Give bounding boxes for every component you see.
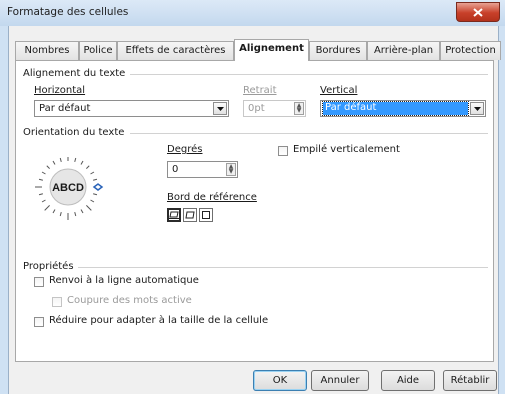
horizontal-label: Horizontal (34, 85, 85, 96)
orientation-dial[interactable]: ABCD (30, 145, 126, 241)
cell-inside-icon (202, 211, 210, 219)
section-divider (130, 133, 488, 134)
cancel-button[interactable]: Annuler (311, 370, 369, 391)
reference-edge-top-button[interactable] (183, 208, 197, 222)
vertical-select[interactable]: Par défaut (320, 100, 486, 117)
chevron-down-icon (473, 106, 481, 111)
dialog-body: Nombres Police Effets de caractères Alig… (8, 26, 501, 394)
indent-value: 0pt (248, 103, 265, 114)
dial-tick (41, 199, 46, 203)
reset-button[interactable]: Rétablir (443, 370, 497, 391)
section-divider (130, 74, 488, 75)
degrees-spin-buttons[interactable]: ▲ ▼ (226, 163, 236, 176)
dial-tick (74, 157, 77, 163)
degrees-spinner[interactable]: 0 ▲ ▼ (167, 161, 238, 178)
cell-top-edge-icon (185, 211, 195, 219)
wrap-label: Renvoi à la ligne automatique (49, 275, 199, 286)
vertical-label: Vertical (320, 85, 357, 96)
horizontal-value: Par défaut (39, 103, 91, 114)
close-icon (473, 7, 483, 17)
text-orientation-heading: Orientation du texte (23, 127, 125, 138)
vertical-value: Par défaut (322, 101, 469, 116)
tab-police[interactable]: Police (79, 41, 117, 60)
wrap-checkbox[interactable] (34, 277, 44, 287)
dial-tick (44, 205, 50, 211)
reference-edge-label: Bord de référence (167, 192, 257, 203)
dial-label: ABCD (52, 182, 84, 194)
reference-edge-inside-button[interactable] (199, 208, 213, 222)
dialog-window: Formatage des cellules Nombres Police Ef… (0, 0, 505, 394)
dial-tick (80, 209, 84, 214)
reference-edge-bottom-button[interactable] (167, 208, 181, 222)
cell-bottom-edge-icon (169, 211, 179, 219)
degrees-label: Degrés (167, 144, 202, 155)
tab-arriere-plan[interactable]: Arrière-plan (367, 41, 440, 60)
dial-tick (86, 205, 92, 211)
dial-tick (92, 178, 98, 181)
tab-alignement[interactable]: Alignement (234, 39, 309, 61)
help-button[interactable]: Aide (381, 370, 435, 391)
dial-tick (90, 171, 95, 175)
ok-button[interactable]: OK (253, 370, 307, 391)
tab-bordures[interactable]: Bordures (309, 41, 367, 60)
text-alignment-heading: Alignement du texte (23, 68, 126, 79)
dropdown-button[interactable] (213, 102, 227, 115)
close-button[interactable] (456, 2, 500, 22)
dial-tick (38, 193, 44, 196)
spin-down-icon: ▼ (296, 107, 302, 114)
vertical-label-text: Vertical (320, 85, 358, 96)
dial-tick (90, 199, 95, 203)
hyphenation-label: Coupure des mots active (67, 295, 192, 306)
stacked-label: Empilé verticalement (293, 144, 400, 155)
section-divider (78, 267, 488, 268)
window-title: Formatage des cellules (7, 6, 129, 18)
degrees-value: 0 (172, 164, 179, 175)
reference-edge-label-text: Bord de référence (167, 192, 257, 203)
tab-nombres[interactable]: Nombres (15, 41, 79, 60)
dial-tick (74, 211, 77, 217)
degrees-label-text: Degrés (167, 144, 203, 155)
dial-tick (38, 178, 44, 181)
dial-tick (92, 193, 98, 196)
title-bar[interactable]: Formatage des cellules (0, 0, 505, 26)
dial-tick (59, 157, 62, 163)
dial-tick (52, 209, 56, 214)
dial-tick (80, 160, 84, 165)
alignment-panel: Alignement du texte Horizontal Par défau… (15, 60, 494, 362)
dial-tick (46, 165, 50, 169)
spin-down-icon: ▼ (228, 168, 234, 175)
tab-effets[interactable]: Effets de caractères (117, 41, 234, 60)
dial-handle-icon[interactable] (92, 183, 104, 191)
hyphenation-checkbox[interactable] (52, 297, 62, 307)
properties-heading: Propriétés (23, 261, 74, 272)
dial-tick (52, 160, 56, 165)
indent-spinner[interactable]: 0pt ▲ ▼ (243, 100, 306, 117)
dropdown-button[interactable] (470, 102, 484, 115)
indent-spin-buttons[interactable]: ▲ ▼ (294, 102, 304, 115)
stacked-checkbox[interactable] (278, 146, 288, 156)
dial-tick (41, 171, 46, 175)
indent-label: Retrait (243, 85, 277, 96)
shrink-label: Réduire pour adapter à la taille de la c… (49, 315, 269, 326)
indent-label-text: Retrait (243, 85, 277, 96)
shrink-checkbox[interactable] (34, 317, 44, 327)
chevron-down-icon (216, 106, 224, 111)
dial-tick (59, 211, 62, 217)
horizontal-label-text: Horizontal (34, 85, 86, 96)
tab-protection[interactable]: Protection (440, 41, 501, 60)
horizontal-select[interactable]: Par défaut (34, 100, 229, 117)
dial-tick (86, 165, 90, 169)
